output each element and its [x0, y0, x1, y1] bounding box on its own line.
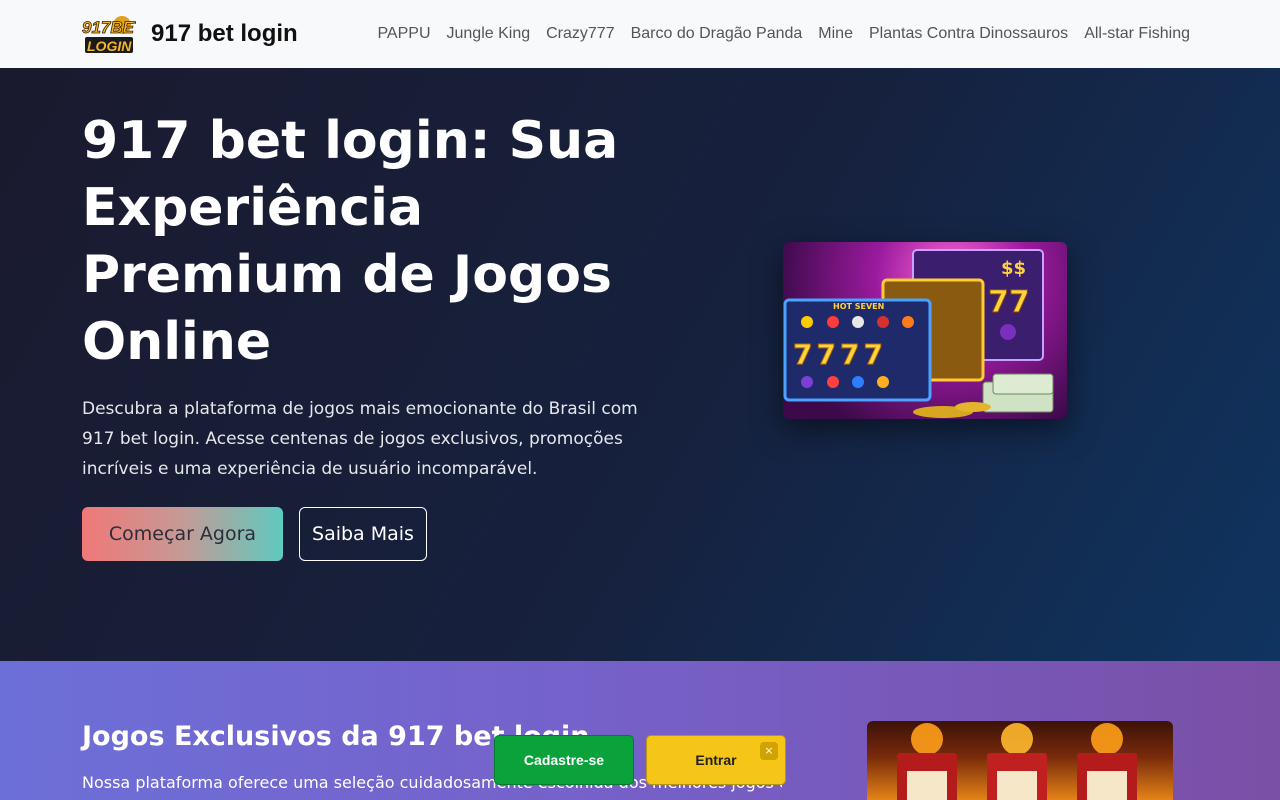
svg-text:7777: 7777	[793, 338, 887, 371]
nav-item-jungle-king[interactable]: Jungle King	[447, 25, 531, 43]
nav-item-mine[interactable]: Mine	[818, 25, 853, 43]
nav-item-all-star-fishing[interactable]: All-star Fishing	[1084, 25, 1190, 43]
main-nav: PAPPU Jungle King Crazy777 Barco do Drag…	[377, 25, 1190, 43]
svg-text:HOT SEVEN: HOT SEVEN	[833, 302, 884, 311]
slot-machine-image: $$ 77 HOT SEVEN 7777	[783, 242, 1067, 419]
nav-item-plantas-contra-dinossauros[interactable]: Plantas Contra Dinossauros	[869, 25, 1068, 43]
nav-item-crazy777[interactable]: Crazy777	[546, 25, 614, 43]
svg-text:917BET: 917BET	[82, 18, 136, 37]
slot-machine-illustration: $$ 77 HOT SEVEN 7777	[783, 249, 1054, 418]
top-navbar: 917BET LOGIN 917 bet login PAPPU Jungle …	[0, 0, 1280, 68]
nav-item-barco-dragao-panda[interactable]: Barco do Dragão Panda	[631, 25, 803, 43]
hero-section: 917 bet login: Sua Experiência Premium d…	[0, 68, 1280, 661]
exclusive-games-section: Jogos Exclusivos da 917 bet login Nossa …	[0, 661, 1280, 800]
nav-item-pappu[interactable]: PAPPU	[377, 25, 430, 43]
svg-text:77: 77	[988, 285, 1030, 320]
svg-text:LOGIN: LOGIN	[87, 38, 132, 54]
close-icon[interactable]: ×	[760, 742, 778, 760]
brand-title[interactable]: 917 bet login	[151, 20, 298, 48]
svg-text:$$: $$	[1001, 258, 1026, 279]
slot-cabinets-illustration	[897, 723, 1137, 800]
hero-description: Descubra a plataforma de jogos mais emoc…	[82, 399, 638, 479]
site-logo[interactable]: 917BET LOGIN	[82, 13, 146, 55]
hero-title: 917 bet login: Sua Experiência Premium d…	[82, 111, 619, 372]
start-now-button[interactable]: Começar Agora	[82, 507, 283, 561]
slot-machines-photo	[867, 721, 1173, 800]
learn-more-button[interactable]: Saiba Mais	[299, 507, 427, 561]
logo-graphic: 917BET LOGIN	[82, 16, 146, 54]
signup-button[interactable]: Cadastre-se	[494, 735, 634, 785]
